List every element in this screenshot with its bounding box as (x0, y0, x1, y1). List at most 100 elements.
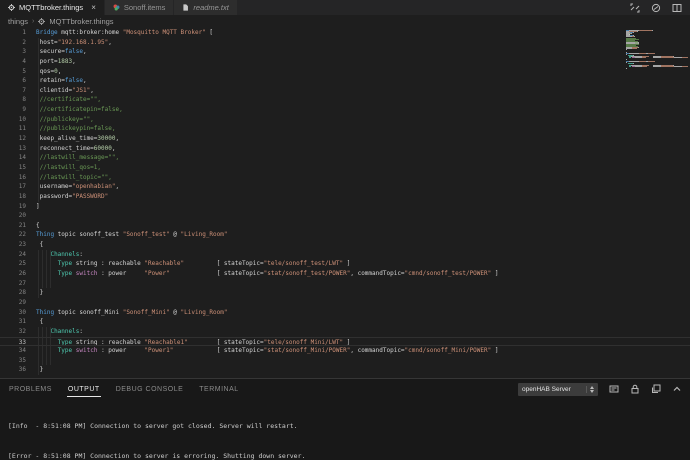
code-line[interactable]: 18 password="PASSWORD" (0, 192, 690, 202)
code-line-text: clientid="JS1", (30, 86, 690, 96)
code-line[interactable]: 33 Type string : reachable "Reachable1" … (0, 337, 690, 347)
editor-actions (630, 0, 690, 15)
code-line[interactable]: 32 Channels: (0, 327, 690, 337)
output-channel-value: openHAB Server (522, 386, 571, 393)
line-number: 16 (0, 173, 30, 183)
code-line-text: Thing topic sonoff_Mini "Sonoff_Mini" @ … (30, 308, 690, 318)
close-tab-icon[interactable]: × (91, 4, 96, 12)
code-line-text: qos=0, (30, 67, 690, 77)
indent-guide (38, 124, 39, 134)
line-number: 27 (0, 279, 30, 289)
tab-label: MQTTbroker.things (19, 3, 83, 12)
circle-slash-icon[interactable] (651, 3, 661, 13)
line-number: 20 (0, 211, 30, 221)
code-line[interactable]: 34 Type switch : power "Power1" [ stateT… (0, 346, 690, 356)
tab-problems[interactable]: PROBLEMS (8, 382, 53, 397)
bottom-panel: PROBLEMS OUTPUT DEBUG CONSOLE TERMINAL o… (0, 378, 690, 460)
code-line[interactable]: 20 (0, 211, 690, 221)
code-line[interactable]: 30Thing topic sonoff_Mini "Sonoff_Mini" … (0, 308, 690, 318)
indent-guide (38, 356, 39, 366)
code-line-text (30, 356, 690, 366)
tab-mqttbroker-things[interactable]: MQTTbroker.things × (0, 0, 105, 15)
indent-guide (38, 86, 39, 96)
code-line-text: username="openhabian", (30, 182, 690, 192)
code-line[interactable]: 2 host="192.168.1.95", (0, 38, 690, 48)
indent-guide (42, 327, 43, 337)
code-line[interactable]: 7 clientid="JS1", (0, 86, 690, 96)
code-line[interactable]: 8 //certificate="", (0, 95, 690, 105)
indent-guide (38, 163, 39, 173)
gear-file-icon (38, 18, 45, 25)
code-line-text: ] (30, 202, 690, 212)
tab-sonoff-items[interactable]: Sonoff.items (105, 0, 175, 15)
code-line[interactable]: 14 //lastwill_message="", (0, 153, 690, 163)
tab-output[interactable]: OUTPUT (67, 382, 101, 397)
tab-readme-txt[interactable]: readme.txt (174, 0, 237, 15)
indent-guide (46, 338, 47, 346)
code-line[interactable]: 1Bridge mqtt:broker:home "Mosquitto MQTT… (0, 28, 690, 38)
toggle-layout-icon[interactable] (630, 3, 640, 13)
indent-guide (42, 269, 43, 279)
code-line[interactable]: 26 Type switch : power "Power" [ stateTo… (0, 269, 690, 279)
code-line[interactable]: 36 } (0, 365, 690, 375)
line-number: 29 (0, 298, 30, 308)
line-number: 17 (0, 182, 30, 192)
code-line[interactable]: 10 //publickey="", (0, 115, 690, 125)
tab-debug-console[interactable]: DEBUG CONSOLE (115, 382, 185, 397)
code-line[interactable]: 13 reconnect_time=60000, (0, 144, 690, 154)
line-number: 21 (0, 221, 30, 231)
code-editor[interactable]: 1Bridge mqtt:broker:home "Mosquitto MQTT… (0, 28, 690, 378)
code-line[interactable]: 4 port=1883, (0, 57, 690, 67)
code-line[interactable]: 27 (0, 279, 690, 289)
code-line[interactable]: 35 (0, 356, 690, 366)
tab-terminal[interactable]: TERMINAL (198, 382, 239, 397)
code-line[interactable]: 29 (0, 298, 690, 308)
code-line[interactable]: 12 keep_alive_time=30000, (0, 134, 690, 144)
breadcrumb-file[interactable]: MQTTbroker.things (49, 17, 113, 26)
code-line[interactable]: 3 secure=false, (0, 47, 690, 57)
code-line[interactable]: 28 } (0, 288, 690, 298)
indent-guide (38, 57, 39, 67)
code-line[interactable]: 15 //lastwill_qos=1, (0, 163, 690, 173)
output-channel-select[interactable]: openHAB Server (518, 383, 598, 396)
tab-label: Sonoff.items (124, 3, 166, 12)
code-line[interactable]: 17 username="openhabian", (0, 182, 690, 192)
line-number: 32 (0, 327, 30, 337)
code-line-text: //lastwill_topic="", (30, 173, 690, 183)
indent-guide (50, 346, 51, 356)
line-number: 13 (0, 144, 30, 154)
minimap[interactable] (626, 30, 688, 150)
code-line[interactable]: 5 qos=0, (0, 67, 690, 77)
indent-guide (38, 346, 39, 356)
code-line[interactable]: 31 { (0, 317, 690, 327)
lock-scroll-icon[interactable] (630, 384, 640, 394)
clear-output-icon[interactable] (609, 384, 619, 394)
line-number: 2 (0, 38, 30, 48)
code-line-text (30, 211, 690, 221)
line-number: 36 (0, 365, 30, 375)
split-editor-icon[interactable] (672, 3, 682, 13)
code-line[interactable]: 22Thing topic sonoff_test "Sonoff_test" … (0, 230, 690, 240)
indent-guide (38, 95, 39, 105)
code-line[interactable]: 24 Channels: (0, 250, 690, 260)
code-line[interactable]: 16 //lastwill_topic="", (0, 173, 690, 183)
breadcrumb-folder[interactable]: things (8, 17, 28, 26)
indent-guide (38, 173, 39, 183)
code-line[interactable]: 25 Type string : reachable "Reachable" [… (0, 259, 690, 269)
code-line[interactable]: 9 //certificatepin=false, (0, 105, 690, 115)
line-number: 24 (0, 250, 30, 260)
code-line-text: Type string : reachable "Reachable1" [ s… (30, 338, 690, 346)
maximize-panel-icon[interactable] (672, 384, 682, 394)
code-line[interactable]: 19] (0, 202, 690, 212)
line-number: 10 (0, 115, 30, 125)
code-line[interactable]: 11 //publickeypin=false, (0, 124, 690, 134)
indent-guide (50, 279, 51, 289)
indent-guide (50, 338, 51, 346)
open-log-icon[interactable] (651, 384, 661, 394)
indent-guide (42, 356, 43, 366)
line-number: 15 (0, 163, 30, 173)
code-line-text: //certificatepin=false, (30, 105, 690, 115)
code-line[interactable]: 6 retain=false, (0, 76, 690, 86)
code-line[interactable]: 23 { (0, 240, 690, 250)
code-line[interactable]: 21{ (0, 221, 690, 231)
